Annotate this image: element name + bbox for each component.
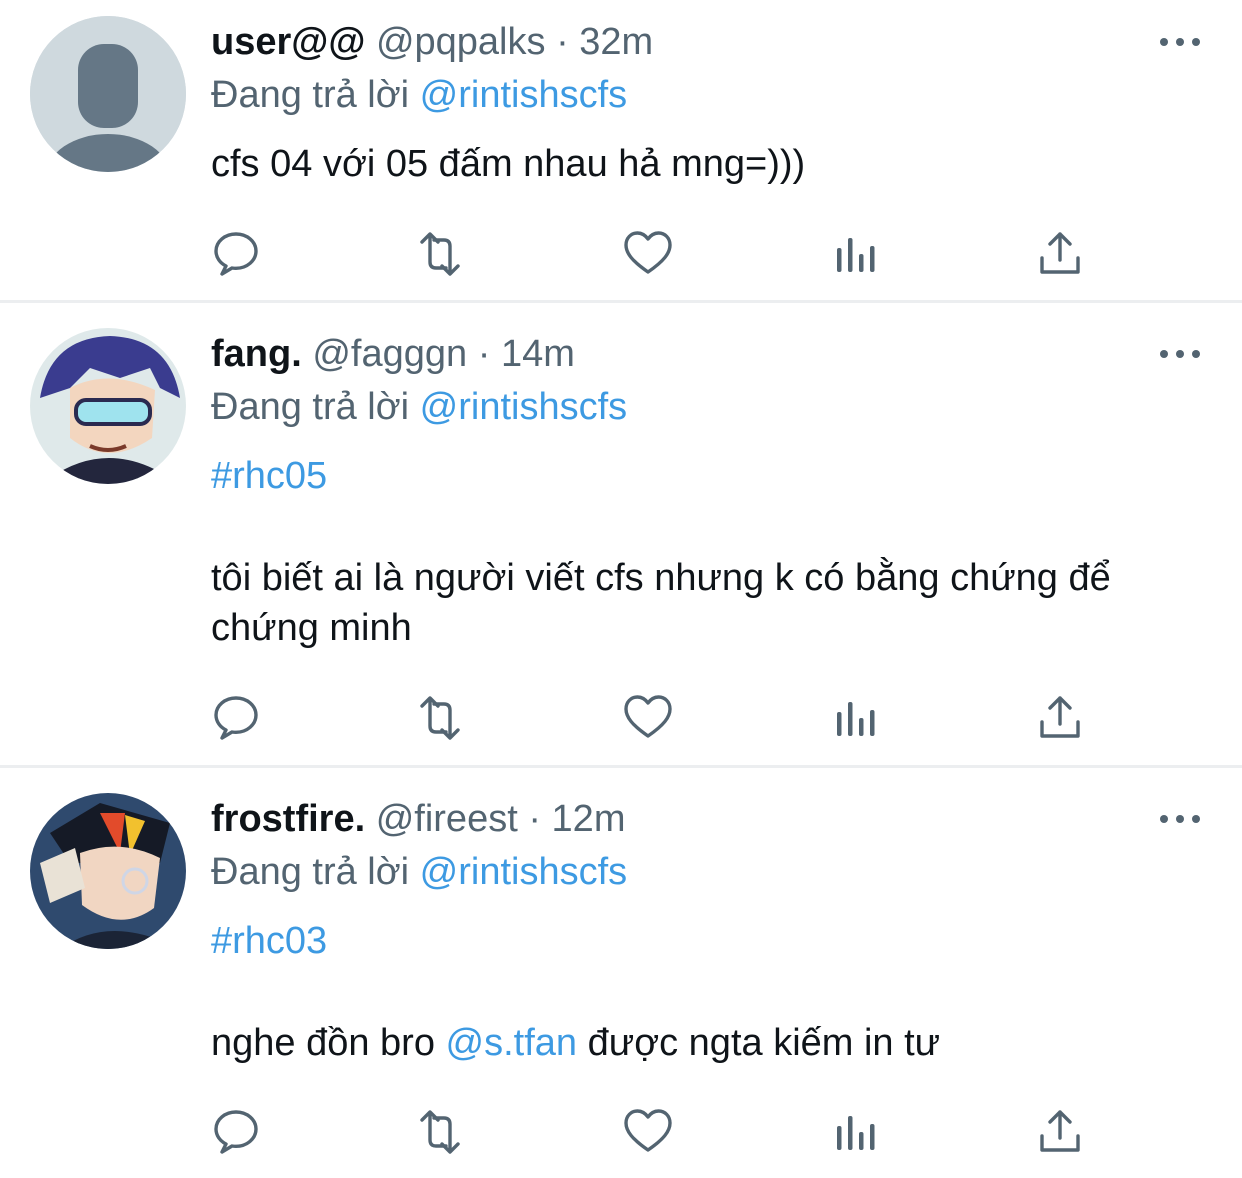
more-button[interactable] xyxy=(1158,35,1202,49)
action-bar xyxy=(0,1104,1242,1160)
anime-avatar-blue-hair xyxy=(30,328,186,484)
action-bar xyxy=(0,690,1242,746)
text-after-mention: được ngta kiếm in tư xyxy=(587,1022,941,1064)
like-button[interactable] xyxy=(620,226,680,282)
more-icon xyxy=(1160,38,1168,46)
hashtag-link[interactable]: #rhc03 xyxy=(211,918,327,964)
replying-to: Đang trả lời @rintishscfs xyxy=(211,384,627,430)
default-avatar-icon xyxy=(30,16,186,172)
reply-prefix: Đang trả lời xyxy=(211,851,410,893)
retweet-icon xyxy=(420,696,460,740)
share-icon xyxy=(1040,1110,1080,1152)
tweet-text: tôi biết ai là người viết cfs nhưng k có… xyxy=(211,557,1111,649)
share-button[interactable] xyxy=(1032,226,1092,282)
views-button[interactable] xyxy=(828,1104,888,1160)
more-button[interactable] xyxy=(1158,347,1202,361)
share-icon xyxy=(1040,696,1080,738)
reply-to-mention[interactable]: @rintishscfs xyxy=(420,74,628,116)
retweet-button[interactable] xyxy=(412,226,472,282)
retweet-button[interactable] xyxy=(412,1104,472,1160)
text-before-mention: nghe đồn bro xyxy=(211,1022,435,1064)
views-icon xyxy=(837,238,875,272)
more-icon xyxy=(1160,815,1168,823)
timestamp[interactable]: 14m xyxy=(501,333,575,375)
display-name[interactable]: fang. xyxy=(211,333,302,375)
reply-icon xyxy=(214,696,258,740)
reply-prefix: Đang trả lời xyxy=(211,386,410,428)
tweet-header: fang. @fagggn · 14m xyxy=(211,331,575,377)
reply-to-mention[interactable]: @rintishscfs xyxy=(420,386,628,428)
reply-to-mention[interactable]: @rintishscfs xyxy=(420,851,628,893)
user-handle[interactable]: @fireest xyxy=(376,798,518,840)
like-icon xyxy=(624,1109,672,1152)
separator-dot: · xyxy=(477,333,491,375)
avatar[interactable] xyxy=(30,328,186,484)
reply-icon xyxy=(214,232,258,276)
hashtag-link[interactable]: #rhc05 xyxy=(211,453,327,499)
more-icon xyxy=(1160,350,1168,358)
views-button[interactable] xyxy=(828,226,888,282)
mention-link[interactable]: @s.tfan xyxy=(446,1022,578,1064)
views-icon xyxy=(837,1116,875,1150)
like-button[interactable] xyxy=(620,690,680,746)
tweet-text: cfs 04 với 05 đấm nhau hả mng=))) xyxy=(211,143,806,185)
reply-icon xyxy=(214,1110,258,1154)
retweet-icon xyxy=(420,232,460,276)
views-icon xyxy=(837,702,875,736)
share-button[interactable] xyxy=(1032,690,1092,746)
reply-prefix: Đang trả lời xyxy=(211,74,410,116)
more-button[interactable] xyxy=(1158,812,1202,826)
avatar[interactable] xyxy=(30,793,186,949)
retweet-button[interactable] xyxy=(412,690,472,746)
replying-to: Đang trả lời @rintishscfs xyxy=(211,849,627,895)
user-handle[interactable]: @fagggn xyxy=(312,333,467,375)
reply-button[interactable] xyxy=(208,226,268,282)
retweet-icon xyxy=(420,1110,460,1154)
share-icon xyxy=(1040,232,1080,274)
user-handle[interactable]: @pqpalks xyxy=(376,21,546,63)
separator-dot: · xyxy=(528,798,541,840)
share-button[interactable] xyxy=(1032,1104,1092,1160)
tweet-header: user@@ @pqpalks · 32m xyxy=(211,19,653,65)
anime-avatar-dark-hair xyxy=(30,793,186,949)
tweet-text: nghe đồn bro @s.tfan được ngta kiếm in t… xyxy=(211,1018,1221,1068)
separator-dot: · xyxy=(556,21,569,63)
timestamp[interactable]: 12m xyxy=(552,798,626,840)
replying-to: Đang trả lời @rintishscfs xyxy=(211,72,627,118)
action-bar xyxy=(0,226,1242,282)
tweet-header: frostfire. @fireest · 12m xyxy=(211,796,625,842)
reply-button[interactable] xyxy=(208,1104,268,1160)
like-button[interactable] xyxy=(620,1104,680,1160)
tweet-2[interactable]: fang. @fagggn · 14m Đang trả lời @rintis… xyxy=(0,303,1242,766)
views-button[interactable] xyxy=(828,690,888,746)
timestamp[interactable]: 32m xyxy=(579,21,653,63)
tweet-1[interactable]: user@@ @pqpalks · 32m Đang trả lời @rint… xyxy=(0,0,1242,300)
avatar[interactable] xyxy=(30,16,186,172)
display-name[interactable]: frostfire. xyxy=(211,798,365,840)
like-icon xyxy=(624,695,672,738)
display-name[interactable]: user@@ xyxy=(211,21,365,63)
reply-button[interactable] xyxy=(208,690,268,746)
tweet-3[interactable]: frostfire. @fireest · 12m Đang trả lời @… xyxy=(0,768,1242,1178)
like-icon xyxy=(624,231,672,274)
